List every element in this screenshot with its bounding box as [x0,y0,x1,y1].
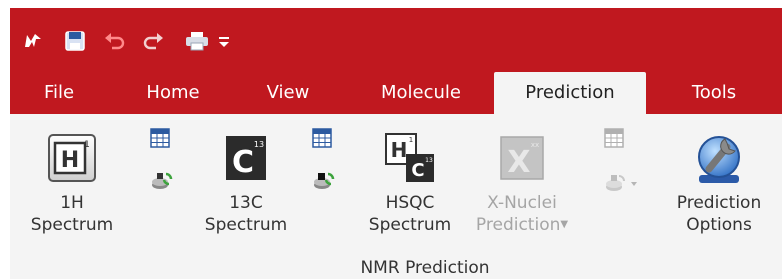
tab-view[interactable]: View [256,72,320,114]
svg-text:xx: xx [531,141,539,149]
svg-text:C: C [411,160,424,181]
app-window: File Home View Molecule Prediction Tools [0,0,782,279]
x-nuclei-table-icon [604,128,624,152]
tab-file[interactable]: File [30,72,88,114]
h1-spectrum-label-line1: 1H [60,193,84,213]
ribbon-group-label: NMR Prediction [360,258,490,278]
prediction-options-icon [698,136,740,183]
x-nuclei-prediction-button[interactable]: X xx X-Nuclei Prediction▼ [466,124,578,236]
c13-spectrum-icon: C 13 [226,136,266,180]
h1-spectrum-label-line2: Spectrum [30,215,114,235]
svg-text:H: H [61,148,79,173]
h1-spectrum-button[interactable]: H 1 1H Spectrum [24,124,120,236]
x-nuclei-label-line2: Prediction▼ [475,215,569,235]
svg-text:H: H [391,138,408,162]
svg-text:1: 1 [84,140,90,150]
tab-tools[interactable]: Tools [674,72,754,114]
redo-icon[interactable] [136,24,170,58]
tab-prediction[interactable]: Prediction [494,72,646,114]
ribbon-tabs: File Home View Molecule Prediction Tools [10,72,782,114]
h1-table-icon[interactable] [150,128,170,152]
prediction-options-label-line1: Prediction [676,193,762,213]
c13-spectrum-label-line1: 13C [229,193,263,213]
svg-text:13: 13 [254,140,264,149]
ribbon-panel: H 1 1H Spectrum C 13 13C Spectrum H 1 C … [10,114,782,279]
tab-home[interactable]: Home [136,72,210,114]
svg-text:C: C [232,145,254,180]
customize-quick-access-icon[interactable] [214,24,234,58]
c13-spectrum-button[interactable]: C 13 13C Spectrum [194,124,298,236]
save-icon[interactable] [58,24,92,58]
x-nuclei-label-line1: X-Nuclei [487,193,557,213]
prediction-options-button[interactable]: Prediction Options [660,124,778,236]
title-bar: File Home View Molecule Prediction Tools [10,8,782,114]
undo-icon[interactable] [98,24,132,58]
h1-assign-icon[interactable] [150,170,174,198]
x-nuclei-assign-icon [604,172,640,198]
tab-molecule[interactable]: Molecule [366,72,476,114]
hsqc-spectrum-button[interactable]: H 1 C 13 HSQC Spectrum [362,124,458,236]
c13-spectrum-label-line2: Spectrum [204,215,288,235]
hsqc-spectrum-label-line1: HSQC [385,193,435,213]
svg-text:13: 13 [425,157,433,164]
h1-spectrum-icon: H 1 [48,134,96,182]
c13-assign-icon[interactable] [312,170,336,198]
hsqc-spectrum-icon: H 1 C 13 [385,133,434,182]
x-nuclei-icon: X xx [500,136,544,180]
chevron-down-icon: ▼ [560,219,569,230]
prediction-options-label-line2: Options [686,215,752,235]
app-logo-icon[interactable] [16,24,50,58]
svg-text:X: X [507,145,530,180]
svg-text:1: 1 [409,136,413,144]
hsqc-spectrum-label-line2: Spectrum [368,215,452,235]
print-icon[interactable] [176,24,218,58]
c13-table-icon[interactable] [312,128,332,152]
